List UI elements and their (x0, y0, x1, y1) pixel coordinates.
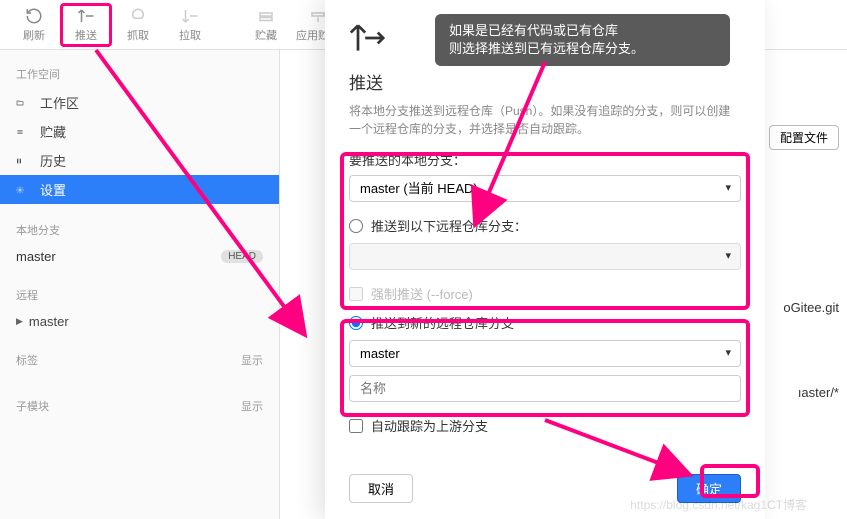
submodules-header: 子模块 显示 (0, 392, 279, 420)
push-dialog: 推送 将本地分支推送到远程仓库（Push）。如果没有追踪的分支，则可以创建一个远… (325, 0, 765, 519)
remote-name: master (29, 314, 69, 329)
chevron-right-icon: ▶ (16, 316, 23, 327)
cancel-button[interactable]: 取消 (349, 474, 413, 503)
sidebar-item-label: 工作区 (40, 93, 79, 112)
sidebar-item-history[interactable]: 历史 (0, 146, 279, 175)
push-large-icon (349, 20, 385, 56)
tip-line-1: 如果是已经有代码或已有仓库 (449, 22, 716, 40)
branch-name-input[interactable] (349, 375, 741, 402)
local-branches-title: 本地分支 (0, 216, 279, 244)
sidebar-item-workdir[interactable]: 工作区 (0, 88, 279, 117)
force-push-checkbox (349, 287, 363, 301)
dialog-title: 推送 (349, 69, 741, 94)
tags-title: 标签 (16, 352, 38, 368)
push-icon (77, 7, 95, 25)
tags-show-link[interactable]: 显示 (241, 352, 263, 368)
toolbar-push[interactable]: 推送 (60, 3, 112, 47)
dialog-description: 将本地分支推送到远程仓库（Push）。如果没有追踪的分支，则可以创建一个远程仓库… (349, 102, 741, 138)
config-file-button[interactable]: 配置文件 (769, 125, 839, 150)
config-peek-2: ıaster/* (798, 385, 839, 400)
head-badge: HEAD (221, 250, 263, 263)
auto-track-label: 自动跟踪为上游分支 (371, 416, 488, 435)
refresh-icon (25, 7, 43, 25)
sidebar-item-label: 设置 (40, 180, 66, 199)
push-new-label: 推送到新的远程仓库分支 (371, 313, 514, 332)
toolbar-refresh[interactable]: 刷新 (8, 3, 60, 47)
remote-master[interactable]: ▶ master (0, 309, 279, 334)
sidebar-item-stash[interactable]: 贮藏 (0, 117, 279, 146)
toolbar-stash[interactable]: 贮藏 (240, 3, 292, 47)
existing-remote-select (349, 243, 741, 270)
fetch-icon (129, 7, 147, 25)
local-branch-master[interactable]: master HEAD (0, 244, 279, 269)
sidebar-item-label: 贮藏 (40, 122, 66, 141)
submodules-title: 子模块 (16, 398, 49, 414)
branch-name: master (16, 249, 56, 264)
sidebar-item-label: 历史 (40, 151, 66, 170)
push-new-radio-row[interactable]: 推送到新的远程仓库分支 (349, 313, 741, 332)
tip-line-2: 则选择推送到已有远程仓库分支。 (449, 40, 716, 58)
history-icon (16, 153, 32, 169)
toolbar-label: 抓取 (127, 27, 149, 43)
toolbar-pull[interactable]: 拉取 (164, 3, 216, 47)
stack-icon (16, 124, 32, 140)
config-peek-1: oGitee.git (783, 300, 839, 315)
sidebar-item-settings[interactable]: 设置 (0, 175, 279, 204)
force-push-row: 强制推送 (--force) (349, 284, 741, 303)
gear-icon (16, 182, 32, 198)
stash-icon (257, 7, 275, 25)
push-existing-radio[interactable] (349, 219, 363, 233)
toolbar-label: 贮藏 (255, 27, 277, 43)
local-branch-select[interactable]: master (当前 HEAD) (349, 175, 741, 202)
annotation-tip: 如果是已经有代码或已有仓库 则选择推送到已有远程仓库分支。 (435, 14, 730, 66)
tags-header: 标签 显示 (0, 346, 279, 374)
auto-track-row[interactable]: 自动跟踪为上游分支 (349, 416, 741, 435)
watermark: https://blog.csdn.net/kag1CT博客 (630, 496, 807, 513)
auto-track-checkbox[interactable] (349, 419, 363, 433)
push-new-radio[interactable] (349, 316, 363, 330)
submodules-show-link[interactable]: 显示 (241, 398, 263, 414)
pull-icon (181, 7, 199, 25)
toolbar-label: 刷新 (23, 27, 45, 43)
new-remote-select[interactable]: master (349, 340, 741, 367)
workspace-title: 工作空间 (0, 60, 279, 88)
toolbar-label: 推送 (75, 27, 97, 43)
toolbar-fetch[interactable]: 抓取 (112, 3, 164, 47)
push-existing-radio-row[interactable]: 推送到以下远程仓库分支： (349, 216, 741, 235)
local-branch-label: 要推送的本地分支： (349, 150, 741, 169)
sidebar: 工作空间 工作区 贮藏 历史 设置 本地分支 master HEAD 远程 ▶ … (0, 50, 280, 519)
toolbar-label: 拉取 (179, 27, 201, 43)
folder-icon (16, 95, 32, 111)
push-existing-label: 推送到以下远程仓库分支： (371, 216, 527, 235)
remotes-title: 远程 (0, 281, 279, 309)
force-push-label: 强制推送 (--force) (371, 284, 473, 303)
